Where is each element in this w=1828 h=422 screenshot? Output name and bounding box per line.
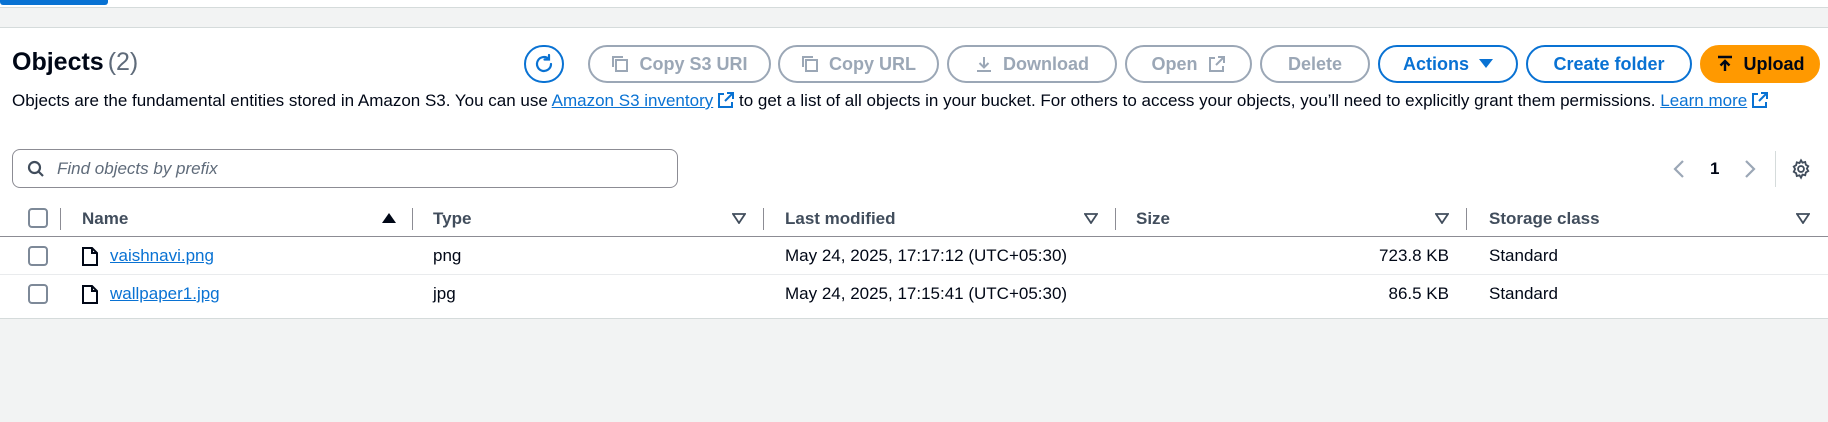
s3-inventory-link[interactable]: Amazon S3 inventory <box>552 91 735 110</box>
column-separator <box>1115 208 1116 230</box>
page-title: Objects (2) <box>12 48 138 77</box>
open-button[interactable]: Open <box>1125 45 1252 83</box>
copy-s3-uri-label: Copy S3 URI <box>639 53 748 74</box>
sort-icon <box>1084 213 1098 224</box>
page-number-1[interactable]: 1 <box>1710 152 1719 186</box>
copy-url-button[interactable]: Copy URL <box>778 45 939 83</box>
storage-class-cell: Standard <box>1489 284 1558 303</box>
table-row[interactable]: wallpaper1.jpg jpg May 24, 2025, 17:15:4… <box>0 275 1828 313</box>
file-icon <box>82 284 98 304</box>
size-cell: 723.8 KB <box>1379 246 1449 265</box>
column-separator <box>1466 208 1467 230</box>
download-label: Download <box>1003 53 1089 74</box>
description-text-1: Objects are the fundamental entities sto… <box>12 91 548 110</box>
column-separator <box>412 208 413 230</box>
table-header: Name Type Last modified Size Storage cla… <box>0 200 1828 237</box>
search-icon <box>27 160 44 177</box>
row-checkbox[interactable] <box>28 284 48 304</box>
previous-page-button[interactable] <box>1672 152 1686 186</box>
table-row[interactable]: vaishnavi.png png May 24, 2025, 17:17:12… <box>0 237 1828 275</box>
file-icon <box>82 246 98 266</box>
objects-panel: Objects (2) Copy S3 URI Copy URL Download… <box>0 27 1828 319</box>
description-text-2: to get a list of all objects in your buc… <box>738 91 1656 110</box>
upload-button[interactable]: Upload <box>1700 45 1820 83</box>
learn-more-link-label-1: Learn <box>1660 91 1704 110</box>
column-separator <box>60 208 61 230</box>
column-header-storage-class[interactable]: Storage class <box>1489 200 1600 237</box>
column-header-name[interactable]: Name <box>82 200 128 237</box>
learn-more-link[interactable]: Learn more <box>1660 91 1769 110</box>
column-separator <box>763 208 764 230</box>
name-cell: wallpaper1.jpg <box>82 275 220 313</box>
search-box[interactable] <box>12 149 678 188</box>
external-link-icon <box>718 92 735 108</box>
next-page-button[interactable] <box>1743 152 1757 186</box>
copy-s3-uri-button[interactable]: Copy S3 URI <box>588 45 771 83</box>
object-name-link[interactable]: vaishnavi.png <box>110 246 214 266</box>
create-folder-label: Create folder <box>1553 53 1665 74</box>
name-cell: vaishnavi.png <box>82 237 214 275</box>
external-link-icon <box>1208 56 1225 72</box>
top-tab-strip <box>0 0 1828 8</box>
active-tab-indicator <box>0 0 108 5</box>
refresh-icon <box>535 53 553 73</box>
actions-button[interactable]: Actions <box>1378 45 1518 83</box>
open-label: Open <box>1151 53 1198 74</box>
delete-label: Delete <box>1287 53 1343 74</box>
s3-inventory-link-label: Amazon S3 inventory <box>551 91 714 110</box>
column-header-size[interactable]: Size <box>1136 200 1170 237</box>
caret-down-icon <box>1479 59 1493 68</box>
column-header-type[interactable]: Type <box>433 200 471 237</box>
sort-icon <box>732 213 746 224</box>
download-icon <box>977 57 991 72</box>
last-modified-cell: May 24, 2025, 17:15:41 (UTC+05:30) <box>785 284 1068 303</box>
sort-icon <box>1796 213 1810 224</box>
sort-icon <box>1435 213 1449 224</box>
actions-label: Actions <box>1402 53 1469 74</box>
object-name-link[interactable]: wallpaper1.jpg <box>110 284 220 304</box>
type-cell: png <box>433 246 462 265</box>
last-modified-cell: May 24, 2025, 17:17:12 (UTC+05:30) <box>785 246 1068 265</box>
gear-icon <box>1792 158 1810 180</box>
external-link-icon <box>1752 92 1769 108</box>
objects-count: (2) <box>107 48 139 76</box>
column-header-last-modified[interactable]: Last modified <box>785 200 896 237</box>
chevron-left-icon <box>1673 160 1684 178</box>
upload-label: Upload <box>1743 53 1805 74</box>
search-input[interactable] <box>57 158 657 179</box>
pagination-divider <box>1775 151 1776 187</box>
copy-icon <box>802 56 818 72</box>
table-preferences-button[interactable] <box>1790 152 1812 186</box>
type-cell: jpg <box>433 284 456 303</box>
objects-title: Objects <box>12 48 104 76</box>
objects-description: Objects are the fundamental entities sto… <box>12 88 1812 113</box>
copy-url-label: Copy URL <box>829 53 916 74</box>
select-all-checkbox[interactable] <box>28 208 48 228</box>
learn-more-link-label-2: more <box>1708 91 1748 110</box>
storage-class-cell: Standard <box>1489 246 1558 265</box>
delete-button[interactable]: Delete <box>1260 45 1370 83</box>
create-folder-button[interactable]: Create folder <box>1526 45 1692 83</box>
row-checkbox[interactable] <box>28 246 48 266</box>
chevron-right-icon <box>1745 160 1756 178</box>
upload-arrow-icon <box>1717 55 1732 71</box>
size-cell: 86.5 KB <box>1388 284 1450 303</box>
refresh-button[interactable] <box>524 45 564 83</box>
copy-icon <box>612 56 629 72</box>
sort-ascending-icon <box>382 213 396 223</box>
download-button[interactable]: Download <box>947 45 1117 83</box>
